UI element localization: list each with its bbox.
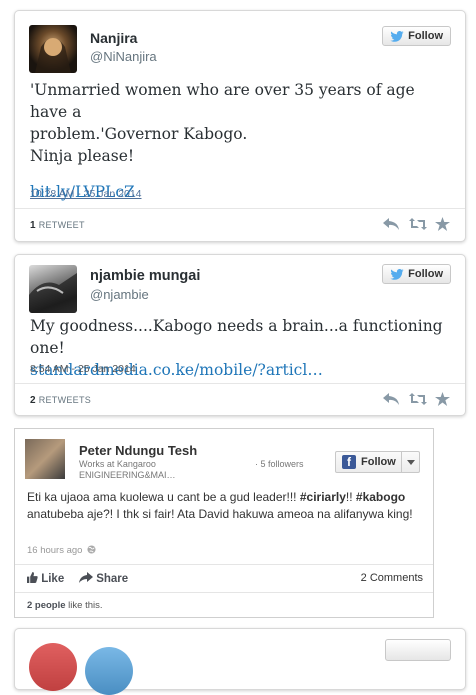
follow-button[interactable]: f Follow — [335, 451, 420, 473]
tweet-timestamp[interactable]: 10:28 AM - 25 Jan 2014 — [30, 188, 142, 200]
divider — [15, 564, 433, 565]
avatar[interactable] — [29, 25, 77, 73]
tweet-actions — [383, 392, 451, 406]
likes-summary: 2 people like this. — [27, 600, 103, 611]
avatar[interactable] — [29, 265, 77, 313]
follow-label: Follow — [408, 30, 443, 42]
globe-icon — [87, 545, 96, 554]
tweet-card-1: Nanjira @NiNanjira Follow 'Unmarried wom… — [14, 10, 466, 242]
follow-button[interactable]: Follow — [382, 264, 451, 284]
tweet-text: 'Unmarried women who are over 35 years o… — [30, 79, 450, 203]
follower-count: · 5 followers — [255, 459, 304, 469]
tweet-timestamp[interactable]: 8:54 AM - 25 Jan 2014 — [30, 363, 136, 375]
divider — [15, 383, 465, 384]
follow-button[interactable]: Follow — [382, 26, 451, 46]
retweet-icon[interactable] — [409, 392, 427, 406]
avatar[interactable] — [29, 643, 77, 691]
like-label: Like — [41, 573, 65, 585]
author-name[interactable]: Peter Ndungu Tesh — [79, 443, 197, 458]
share-button[interactable]: Share — [79, 572, 128, 585]
facebook-post: Peter Ndungu Tesh Works at Kangaroo ENIG… — [14, 428, 434, 618]
tweet-card-2: njambie mungai @njambie Follow My goodne… — [14, 254, 466, 416]
divider — [15, 208, 465, 209]
tweet-text-line: My goodness....Kabogo needs a brain...a … — [30, 317, 443, 357]
tweet-text-line: Ninja please! — [30, 147, 135, 165]
likes-suffix: like this. — [65, 600, 103, 611]
tweet-card-3 — [14, 628, 466, 695]
post-time[interactable]: 16 hours ago — [27, 545, 96, 556]
tweet-text-line: problem.'Governor Kabogo. — [30, 125, 248, 143]
favorite-icon[interactable] — [435, 392, 451, 406]
divider — [15, 592, 433, 593]
retweet-label: RETWEETS — [38, 395, 92, 405]
twitter-bird-icon — [390, 268, 404, 280]
like-button[interactable]: Like — [27, 572, 64, 585]
author-name[interactable]: Nanjira — [90, 30, 137, 46]
avatar[interactable] — [85, 647, 133, 695]
share-icon — [79, 572, 93, 583]
post-time-label: 16 hours ago — [27, 545, 83, 556]
post-text-part: Eti ka ujaoa ama kuolewa u cant be a gud… — [27, 490, 300, 504]
reply-icon[interactable] — [383, 392, 399, 406]
retweet-icon[interactable] — [409, 217, 427, 231]
author-name[interactable]: njambie mungai — [90, 268, 200, 284]
author-workplace: Works at Kangaroo ENIGINEERING&MAI… — [79, 459, 176, 480]
tweet-text-line: 'Unmarried women who are over 35 years o… — [30, 81, 415, 121]
hashtag[interactable]: #ciriarly — [300, 490, 346, 504]
post-text-part: anatubeba aje?! I thk si fair! Ata David… — [27, 507, 413, 521]
retweet-stat[interactable]: 2 RETWEETS — [30, 395, 91, 406]
retweet-label: RETWEET — [38, 220, 85, 230]
chevron-down-icon[interactable] — [401, 452, 419, 472]
likes-people[interactable]: 2 people — [27, 600, 66, 611]
twitter-bird-icon — [390, 30, 404, 42]
like-icon — [27, 572, 38, 583]
author-handle[interactable]: @NiNanjira — [90, 49, 157, 64]
post-text: Eti ka ujaoa ama kuolewa u cant be a gud… — [27, 489, 422, 523]
favorite-icon[interactable] — [435, 217, 451, 231]
reply-icon[interactable] — [383, 217, 399, 231]
retweet-count: 1 — [30, 220, 36, 231]
follow-button[interactable] — [385, 639, 451, 661]
facebook-icon: f — [342, 455, 356, 469]
follow-label: Follow — [408, 268, 443, 280]
retweet-count: 2 — [30, 395, 36, 406]
follow-label: Follow — [361, 456, 396, 468]
retweet-stat[interactable]: 1 RETWEET — [30, 220, 85, 231]
hashtag[interactable]: #kabogo — [356, 490, 405, 504]
author-handle[interactable]: @njambie — [90, 287, 149, 302]
avatar[interactable] — [25, 439, 65, 479]
comments-link[interactable]: 2 Comments — [361, 572, 423, 584]
post-text-part: !! — [345, 490, 356, 504]
tweet-actions — [383, 217, 451, 231]
share-label: Share — [96, 573, 129, 585]
